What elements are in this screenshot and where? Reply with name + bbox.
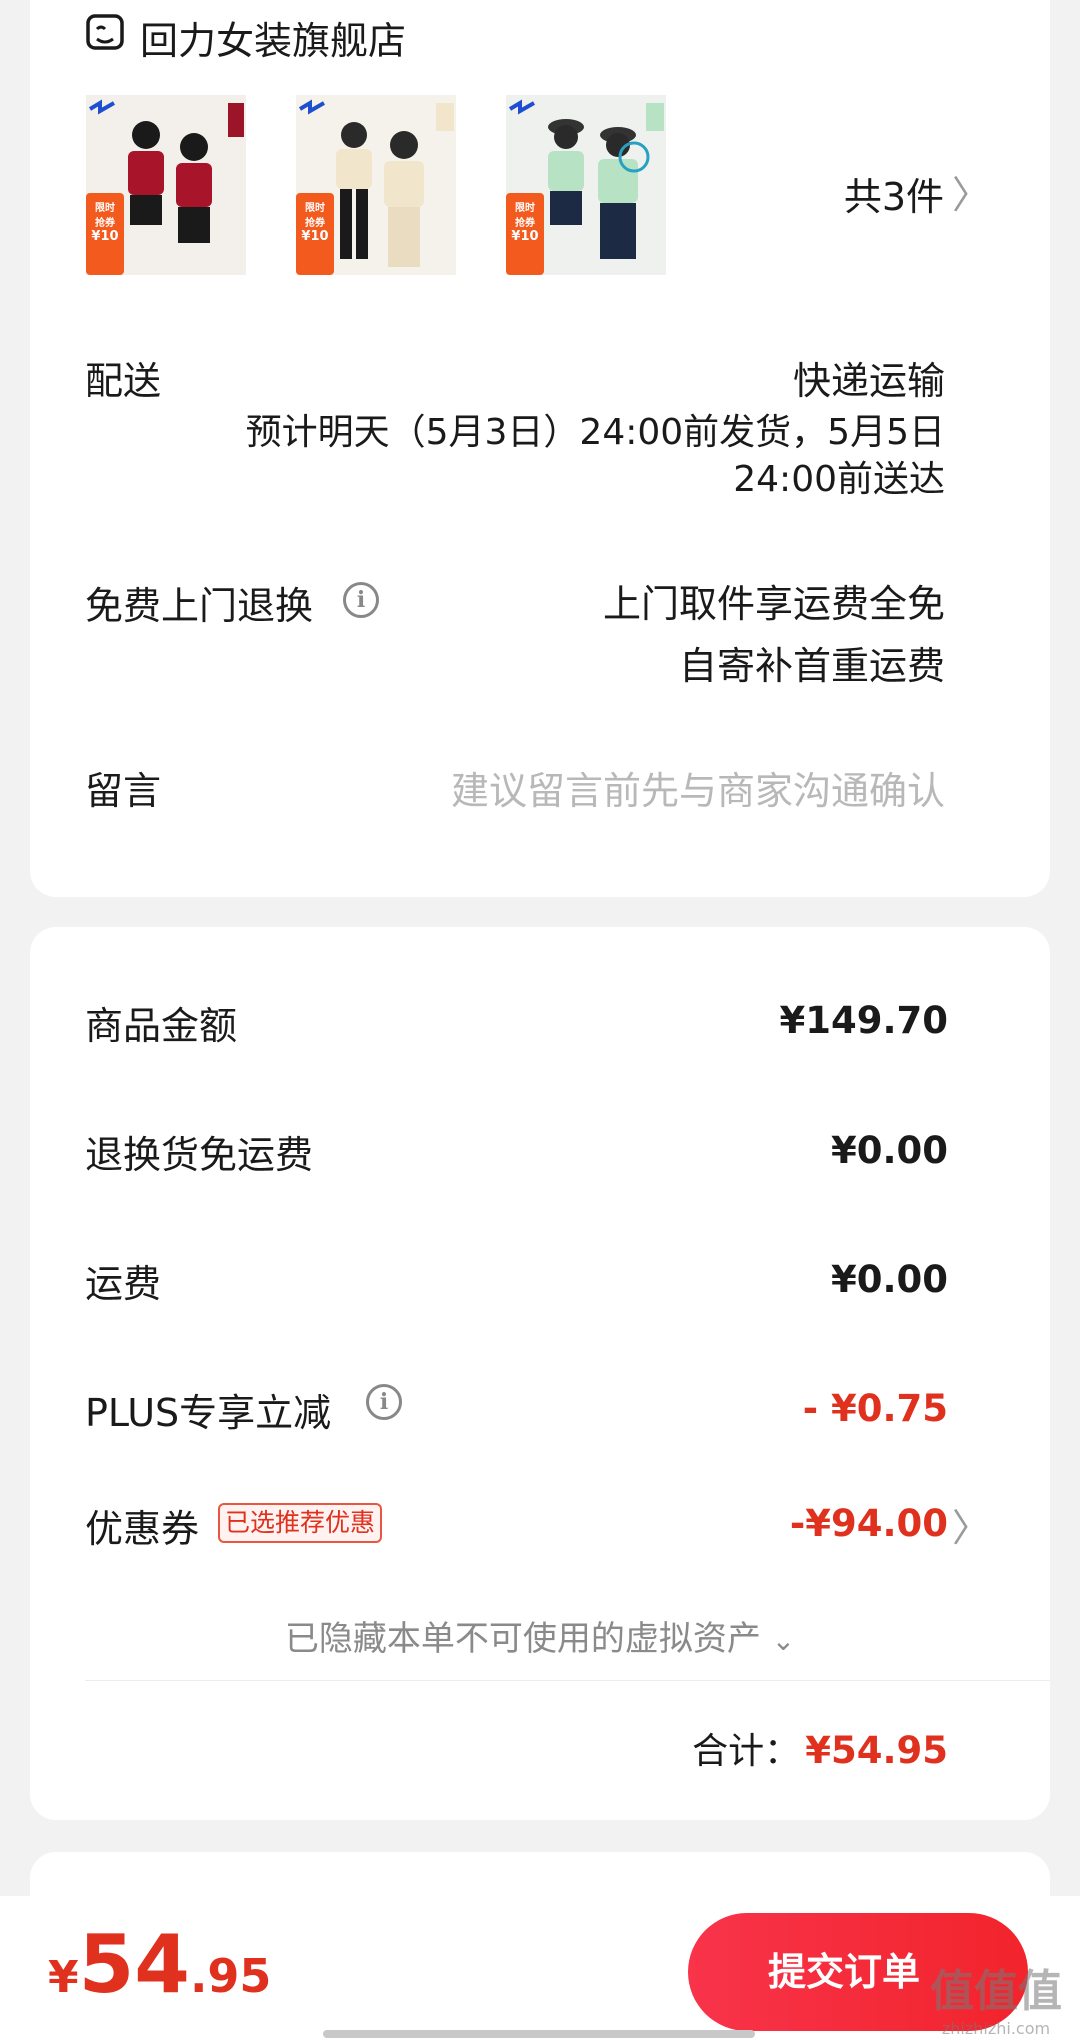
watermark-logo: 值值值 — [930, 1966, 1062, 2017]
return-shipping-value: ¥0.00 — [830, 1129, 948, 1172]
total-label: 合计： — [692, 1731, 801, 1772]
delivery-eta-line2: 24:00前送达 — [733, 459, 945, 500]
product-thumbnail[interactable]: 限时 抢券 ¥10 — [86, 95, 246, 275]
shipping-fee-label: 运费 — [85, 1262, 162, 1306]
product-thumbnail[interactable]: 限时 抢券 ¥10 — [506, 95, 666, 275]
watermark: 值值值 zhizhizhi.com — [930, 1955, 1062, 2038]
plus-discount-label: PLUS专享立减 — [85, 1391, 332, 1435]
footer-currency: ¥ — [48, 1952, 79, 2003]
message-input[interactable]: 建议留言前先与商家沟通确认 — [451, 760, 945, 815]
coupon-value[interactable]: -¥94.00 — [790, 1502, 948, 1545]
free-return-label: 免费上门退换 — [85, 584, 314, 628]
promo-badge: 限时 抢券 ¥10 — [86, 193, 124, 275]
return-shipping-label: 退换货免运费 — [85, 1133, 314, 1177]
shop-icon — [85, 12, 125, 52]
store-name[interactable]: 回力女装旗舰店 — [140, 10, 406, 65]
watermark-url: zhizhizhi.com — [941, 2019, 1051, 2038]
goods-amount-value: ¥149.70 — [779, 999, 948, 1042]
free-return-line1: 上门取件享运费全免 — [602, 582, 945, 626]
hidden-assets-text: 已隐藏本单不可使用的虚拟资产 — [284, 1619, 761, 1659]
price-summary-card: 商品金额 ¥149.70 退换货免运费 ¥0.00 运费 ¥0.00 PLUS专… — [30, 927, 1050, 1820]
product-count[interactable]: 共3件 — [844, 166, 944, 221]
chevron-right-icon[interactable]: 〉 — [952, 1497, 990, 1552]
plus-discount-value: - ¥0.75 — [802, 1387, 948, 1430]
total-row: 合计： ¥54.95 — [692, 1722, 948, 1774]
submit-order-label: 提交订单 — [767, 1950, 920, 1994]
free-return-line2: 自寄补首重运费 — [678, 644, 945, 688]
info-icon[interactable]: i — [343, 582, 379, 618]
order-card: 回力女装旗舰店 限时 抢券 ¥10 限时 抢券 ¥10 限时 抢券 ¥10 共3… — [30, 0, 1050, 897]
promo-badge: 限时 抢券 ¥10 — [506, 193, 544, 275]
divider — [85, 1680, 1050, 1681]
footer-price: ¥54.95 — [48, 1918, 271, 2011]
chevron-down-icon: ⌄ — [771, 1624, 796, 1657]
delivery-method[interactable]: 快递运输 — [793, 350, 945, 405]
message-label: 留言 — [85, 769, 162, 813]
goods-amount-label: 商品金额 — [85, 1004, 238, 1048]
delivery-eta-line1: 预计明天（5月3日）24:00前发货，5月5日 — [245, 412, 945, 453]
total-value: ¥54.95 — [805, 1729, 948, 1772]
home-indicator — [323, 2030, 755, 2038]
info-icon[interactable]: i — [366, 1384, 402, 1420]
coupon-recommended-badge: 已选推荐优惠 — [218, 1503, 383, 1543]
delivery-label: 配送 — [85, 359, 162, 403]
footer-price-dec: .95 — [189, 1949, 272, 2003]
shipping-fee-value: ¥0.00 — [830, 1258, 948, 1301]
footer-price-int: 54 — [78, 1918, 190, 2011]
hidden-assets-toggle[interactable]: 已隐藏本单不可使用的虚拟资产 ⌄ — [30, 1611, 1050, 1660]
product-thumbnail[interactable]: 限时 抢券 ¥10 — [296, 95, 456, 275]
promo-badge: 限时 抢券 ¥10 — [296, 193, 334, 275]
chevron-right-icon[interactable]: 〉 — [952, 164, 990, 219]
coupon-label: 优惠券 — [85, 1507, 200, 1551]
